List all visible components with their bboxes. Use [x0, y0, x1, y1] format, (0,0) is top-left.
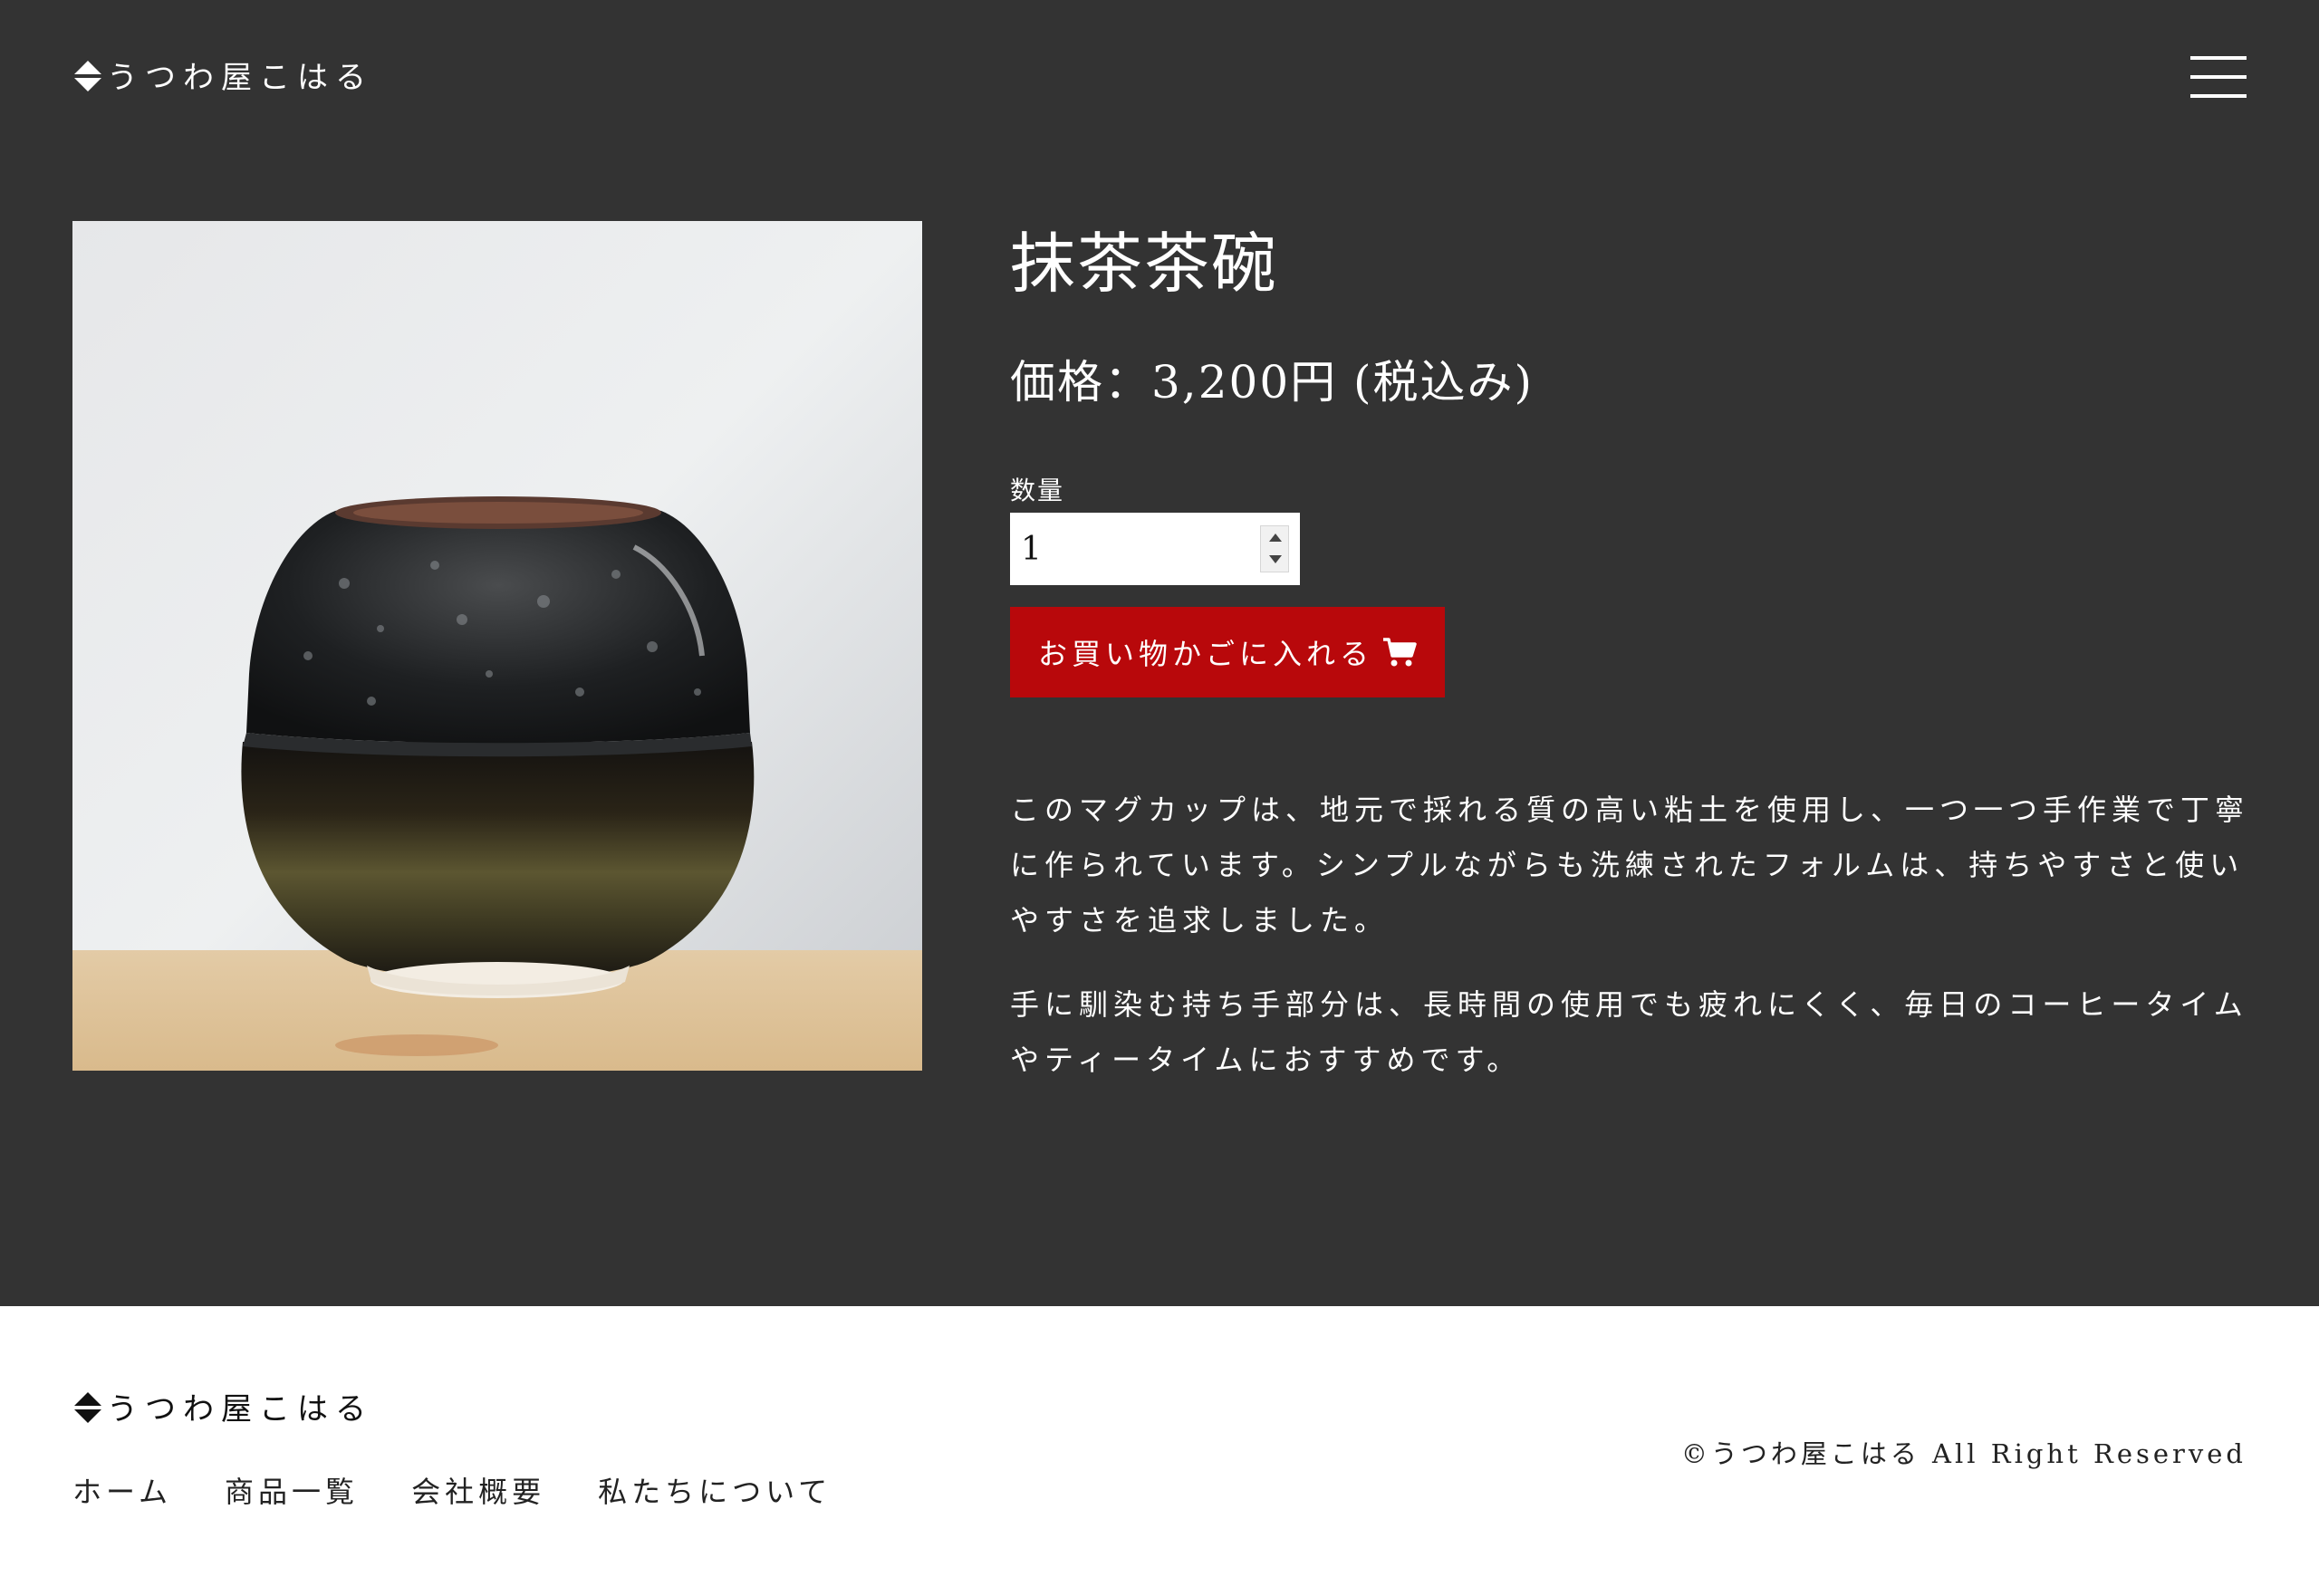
quantity-input[interactable] [1010, 514, 1236, 583]
copyright: ©うつわ屋こはる All Right Reserved [1680, 1438, 2247, 1469]
quantity-label: 数量 [1010, 476, 1065, 505]
hamburger-menu-icon[interactable] [2190, 54, 2247, 100]
logo-mark-icon [74, 60, 101, 91]
product-image [72, 221, 922, 1071]
footer-nav-home[interactable]: ホーム [72, 1469, 172, 1511]
chevron-down-icon[interactable] [1269, 555, 1282, 563]
header-logo[interactable]: うつわ屋こはる [72, 53, 373, 97]
quantity-spinner[interactable] [1260, 525, 1289, 572]
product-description: このマグカップは、地元で採れる質の高い粘土を使用し、一つ一つ手作業で丁寧に作られ… [1010, 783, 2251, 1088]
product-price: 価格：3,200円 (税込み) [1010, 356, 1535, 409]
chevron-up-icon[interactable] [1269, 534, 1282, 542]
footer-nav: ホーム 商品一覧 会社概要 私たちについて [72, 1469, 832, 1511]
footer-nav-company[interactable]: 会社概要 [411, 1469, 545, 1511]
footer-logo[interactable]: うつわ屋こはる [72, 1384, 373, 1428]
product-title: 抹茶茶碗 [1010, 226, 1279, 302]
main-section: うつわ屋こはる 抹茶茶碗 価格：3,200円 (税込み) 数量 1 お買い物かご… [0, 0, 2319, 1306]
description-paragraph: 手に馴染む持ち手部分は、長時間の使用でも疲れにくく、毎日のコーヒータイムやティー… [1010, 987, 2248, 1077]
footer-nav-about[interactable]: 私たちについて [598, 1469, 832, 1511]
logo-mark-icon [74, 1391, 101, 1423]
add-to-cart-button[interactable]: お買い物かごに入れる [1010, 607, 1445, 697]
footer-nav-products[interactable]: 商品一覧 [225, 1469, 359, 1511]
quantity-stepper[interactable] [1010, 513, 1300, 585]
add-to-cart-label: お買い物かごに入れる [1037, 637, 1373, 671]
description-paragraph: このマグカップは、地元で採れる質の高い粘土を使用し、一つ一つ手作業で丁寧に作られ… [1010, 793, 2250, 937]
shopping-cart-icon [1383, 638, 1417, 667]
footer-logo-text: うつわ屋こはる [107, 1391, 373, 1428]
header-logo-text: うつわ屋こはる [107, 60, 373, 96]
